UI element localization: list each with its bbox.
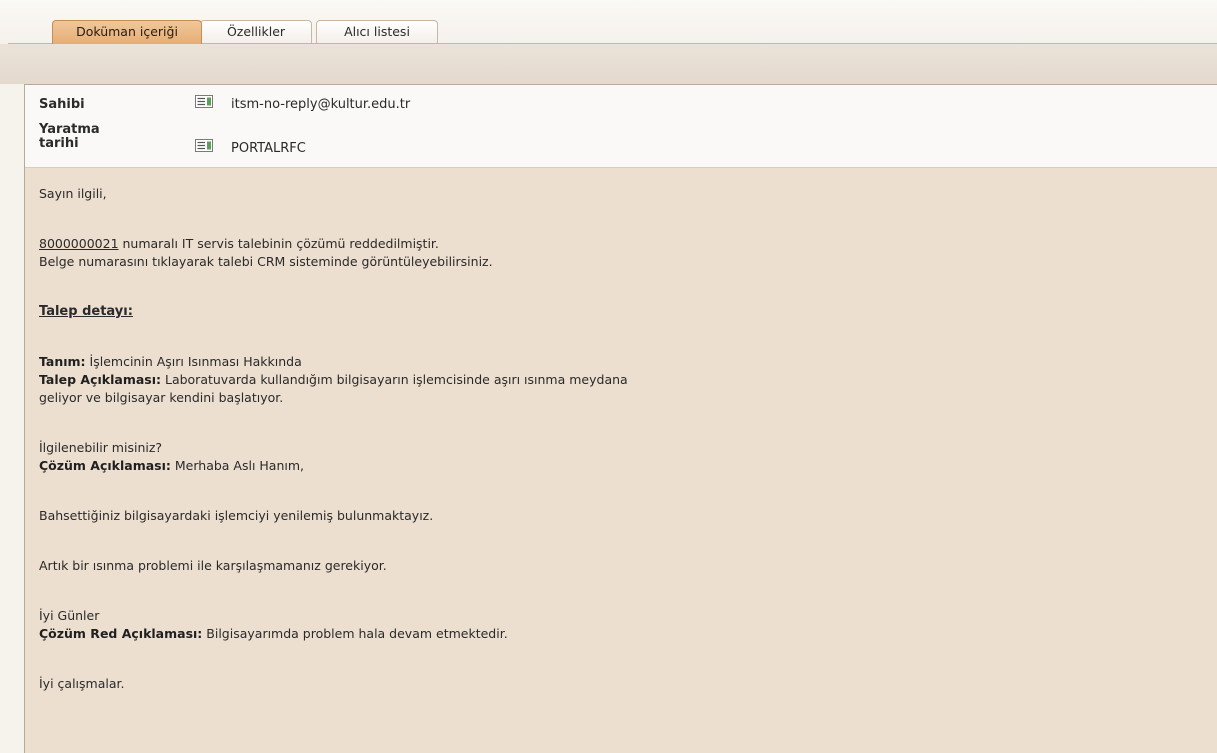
solution-line-1: Bahsettiğiniz bilgisayardaki işlemciyi y… [39,508,434,523]
rejection-notice: 8000000021 numaralı IT servis talebinin … [39,235,1199,253]
request-description-label: Talep Açıklaması: [39,372,161,387]
edit-record-icon[interactable] [195,95,213,108]
ticket-number-link[interactable]: 8000000021 [39,236,119,251]
crm-hint: Belge numarasını tıklayarak talebi CRM s… [39,254,493,269]
request-description-value: Laboratuvarda kullandığım bilgisayarın i… [161,372,628,387]
metadata-header: Sahibi itsm-no-reply@kultur.edu.tr Yarat… [25,85,1217,168]
created-value: PORTALRFC [231,141,306,156]
signoff: İyi çalışmalar. [39,676,125,691]
rejection-notice-text: numaralı IT servis talebinin çözümü redd… [118,236,439,251]
toolbar-band [0,44,1217,84]
solution-description-line: Çözüm Açıklaması: Merhaba Aslı Hanım, [39,457,1199,475]
document-viewer: Doküman içeriği Özellikler Alıcı listesi… [0,0,1217,753]
solution-line-2: Artık bir ısınma problemi ile karşılaşma… [39,558,387,573]
greeting: Sayın ilgili, [39,186,107,201]
rejection-description-label: Çözüm Red Açıklaması: [39,626,203,641]
tab-strip: Doküman içeriği Özellikler Alıcı listesi [0,0,1217,44]
created-label-line2: tarihi [39,136,79,151]
definition-value: İşlemcinin Aşırı Isınması Hakkında [85,354,302,369]
owner-label: Sahibi [39,97,85,112]
message-body: Sayın ilgili, 8000000021 numaralı IT ser… [39,185,1199,693]
created-label-line1: Yaratma [39,122,100,137]
solution-description-label: Çözüm Açıklaması: [39,458,171,473]
rejection-description-line: Çözüm Red Açıklaması: Bilgisayarımda pro… [39,625,1199,643]
solution-description-value: Merhaba Aslı Hanım, [170,458,305,473]
document-panel: Sahibi itsm-no-reply@kultur.edu.tr Yarat… [24,84,1217,753]
solution-closing: İyi Günler [39,608,100,623]
edit-record-icon[interactable] [195,139,213,152]
definition-line: Tanım: İşlemcinin Aşırı Isınması Hakkınd… [39,353,1199,371]
created-label: Yaratma tarihi [39,123,159,151]
tab-recipient-list[interactable]: Alıcı listesi [316,20,438,44]
owner-value: itsm-no-reply@kultur.edu.tr [231,97,411,112]
rejection-description-value: Bilgisayarımda problem hala devam etmekt… [202,626,508,641]
request-description-cont: geliyor ve bilgisayar kendini başlatıyor… [39,390,284,405]
request-question: İlgilenebilir misiniz? [39,440,163,455]
details-heading: Talep detayı: [39,304,133,319]
request-description-line: Talep Açıklaması: Laboratuvarda kullandı… [39,371,1199,389]
tab-document-content[interactable]: Doküman içeriği [52,20,202,44]
definition-label: Tanım: [39,354,86,369]
tab-properties[interactable]: Özellikler [200,20,312,44]
